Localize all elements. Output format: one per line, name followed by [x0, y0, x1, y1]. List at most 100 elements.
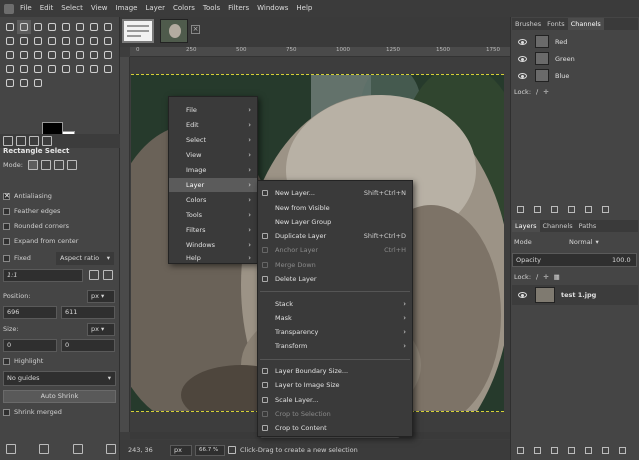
duplicate-layer-icon[interactable] — [585, 446, 592, 454]
unit-select[interactable]: px — [170, 444, 192, 456]
cage-tool-icon[interactable] — [31, 48, 45, 62]
pencil-tool-icon[interactable] — [101, 48, 115, 62]
warp-tool-icon[interactable] — [45, 48, 59, 62]
feather-edges-option[interactable]: Feather edges — [3, 205, 60, 217]
feather-edges-checkbox[interactable] — [3, 207, 10, 215]
blur-tool-icon[interactable] — [3, 76, 17, 90]
new-from-visible-item[interactable]: New from Visible — [258, 201, 412, 215]
visibility-eye-icon[interactable] — [518, 292, 527, 298]
shrink-merged-checkbox[interactable] — [3, 408, 10, 416]
visibility-eye-icon[interactable] — [518, 72, 527, 79]
free-select-tool-icon[interactable] — [17, 34, 31, 48]
save-options-icon[interactable] — [6, 444, 16, 454]
expand-from-center-checkbox[interactable] — [3, 237, 10, 245]
tab-brushes[interactable]: Brushes — [512, 18, 544, 30]
transparency-item[interactable]: Transparency › — [258, 325, 412, 339]
perspective-tool-icon[interactable] — [17, 48, 31, 62]
highlight-checkbox[interactable] — [3, 357, 10, 365]
context-menu-filters[interactable]: Filters › — [169, 223, 257, 237]
menu-file[interactable]: File — [16, 0, 36, 17]
move-tool-icon[interactable] — [3, 20, 17, 34]
new-layer-group-item[interactable]: New Layer Group — [258, 215, 412, 229]
intersect-mode-icon[interactable] — [66, 160, 77, 170]
raise-layer-icon[interactable] — [551, 446, 558, 454]
new-layer-group-icon[interactable] — [534, 446, 541, 454]
expand-from-center-option[interactable]: Expand from center — [3, 235, 78, 247]
lock-alpha-icon[interactable]: ▦ — [554, 273, 560, 281]
delete-options-icon[interactable] — [72, 444, 83, 454]
position-x-input[interactable]: 696 — [3, 305, 57, 319]
size-unit-select[interactable]: px ▾ — [87, 322, 115, 336]
rounded-corners-checkbox[interactable] — [3, 222, 10, 230]
context-menu-windows[interactable]: Windows › — [169, 238, 257, 252]
menu-select[interactable]: Select — [57, 0, 87, 17]
mode-select[interactable]: Normal — [569, 238, 593, 246]
lasso-tool-icon[interactable] — [31, 20, 45, 34]
new-layer-icon[interactable] — [517, 446, 524, 454]
color-picker-tool-icon[interactable] — [73, 34, 87, 48]
menu-filters[interactable]: Filters — [224, 0, 253, 17]
airbrush-tool-icon[interactable] — [31, 62, 45, 76]
eraser-tool-icon[interactable] — [17, 62, 31, 76]
mypaint-brush-tool-icon[interactable] — [59, 62, 73, 76]
context-menu-tools[interactable]: Tools › — [169, 208, 257, 222]
ratio-input[interactable]: 1:1 — [3, 268, 83, 282]
clone-tool-icon[interactable] — [73, 62, 87, 76]
add-mode-icon[interactable] — [40, 160, 51, 170]
menu-edit[interactable]: Edit — [36, 0, 58, 17]
zoom-tool-icon[interactable] — [87, 34, 101, 48]
context-menu-layer[interactable]: Layer › — [169, 178, 257, 192]
scale-layer-item[interactable]: Scale Layer... — [258, 393, 412, 407]
visibility-eye-icon[interactable] — [518, 38, 527, 45]
menu-colors[interactable]: Colors — [169, 0, 199, 17]
menu-image[interactable]: Image — [112, 0, 142, 17]
lower-layer-icon[interactable] — [568, 446, 575, 454]
ink-tool-icon[interactable] — [45, 62, 59, 76]
perspective-clone-tool-icon[interactable] — [101, 62, 115, 76]
new-channel-icon[interactable] — [517, 205, 524, 213]
tab-channels[interactable]: Channels — [567, 18, 604, 30]
close-tab-icon[interactable]: × — [191, 25, 200, 34]
opacity-slider[interactable]: Opacity 100.0 — [512, 253, 637, 267]
highlight-option[interactable]: Highlight — [3, 355, 43, 367]
device-status-tab-icon[interactable] — [16, 136, 26, 146]
rotate-tool-icon[interactable] — [73, 20, 87, 34]
mask-item[interactable]: Mask › — [258, 311, 412, 325]
guides-select[interactable]: No guides ▾ — [3, 371, 116, 386]
fixed-option-select[interactable]: Aspect ratio ▾ — [56, 251, 114, 265]
ellipse-select-tool-icon[interactable] — [3, 34, 17, 48]
raise-channel-icon[interactable] — [534, 205, 541, 213]
delete-layer-item[interactable]: Delete Layer — [258, 272, 412, 286]
lock-pixels-icon[interactable]: ∕ — [536, 88, 538, 96]
crop-to-content-item[interactable]: Crop to Content — [258, 421, 412, 435]
antialiasing-option[interactable]: Antialiasing — [3, 190, 52, 202]
images-tab-icon[interactable] — [42, 136, 52, 146]
menu-layer[interactable]: Layer — [141, 0, 169, 17]
stack-item[interactable]: Stack › — [258, 297, 412, 311]
crop-tool-icon[interactable] — [59, 20, 73, 34]
image-tab-document-thumbnail[interactable] — [122, 19, 154, 43]
context-menu-colors[interactable]: Colors › — [169, 193, 257, 207]
context-menu-file[interactable]: File › — [169, 103, 257, 117]
scissors-tool-icon[interactable] — [31, 34, 45, 48]
shrink-merged-option[interactable]: Shrink merged — [3, 406, 62, 418]
landscape-icon[interactable] — [103, 270, 113, 280]
tab-channels-lower[interactable]: Channels — [540, 220, 576, 232]
auto-shrink-button[interactable]: Auto Shrink — [3, 390, 116, 403]
tab-fonts[interactable]: Fonts — [544, 18, 568, 30]
lower-channel-icon[interactable] — [551, 205, 558, 213]
context-menu-help[interactable]: Help › — [169, 251, 257, 265]
lock-pixels-icon[interactable]: ∕ — [536, 273, 538, 281]
fuzzy-select-tool-icon[interactable] — [45, 20, 59, 34]
bucket-fill-tool-icon[interactable] — [73, 48, 87, 62]
new-layer-item[interactable]: New Layer... Shift+Ctrl+N — [258, 186, 412, 200]
paths-tool-icon[interactable] — [59, 34, 73, 48]
image-tab-owl-thumbnail[interactable] — [160, 19, 188, 43]
layer-boundary-size-item[interactable]: Layer Boundary Size... — [258, 364, 412, 378]
measure-tool-icon[interactable] — [101, 34, 115, 48]
position-y-input[interactable]: 611 — [61, 305, 115, 319]
replace-mode-icon[interactable] — [27, 160, 38, 170]
duplicate-layer-item[interactable]: Duplicate Layer Shift+Ctrl+D — [258, 229, 412, 243]
smudge-tool-icon[interactable] — [17, 76, 31, 90]
channel-to-selection-icon[interactable] — [585, 205, 592, 213]
